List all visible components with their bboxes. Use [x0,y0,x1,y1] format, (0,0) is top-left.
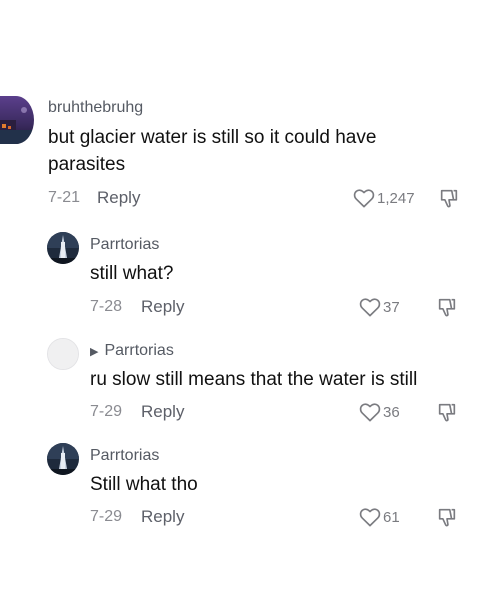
comment-text: Still what tho [90,474,198,495]
blank-avatar-icon [48,339,78,369]
avatar[interactable] [47,443,79,475]
like-button[interactable]: 36 [359,402,400,422]
comment-username[interactable]: bruhthebruhg [48,99,143,117]
comment-text: but glacier water is still so it could h… [48,127,377,175]
comment-username: Parrtorias [104,342,174,359]
like-button[interactable]: 1,247 [353,188,415,208]
thumbs-down-icon [440,189,458,208]
comment-text: still what? [90,263,174,284]
reply-button[interactable]: Reply [141,297,184,317]
comment-text: ru slow still means that the water is st… [90,369,418,390]
dislike-button[interactable] [436,296,458,318]
tower-at-night-icon [47,443,79,475]
like-count: 61 [383,508,400,526]
like-count: 1,247 [377,189,415,207]
comment-username[interactable]: Parrtorias [90,447,159,465]
like-button[interactable]: 61 [359,507,400,527]
comment-date: 7-21 [48,189,81,206]
reply-to-username[interactable]: ▶ Parrtorias [90,342,174,360]
like-count: 37 [383,298,400,316]
like-count: 36 [383,403,400,421]
avatar[interactable] [47,232,79,264]
purple-night-scene-icon [0,96,34,144]
comment-date: 7-28 [90,298,123,315]
caret-right-icon: ▶ [90,345,99,358]
comment-date: 7-29 [90,508,123,525]
reply-button[interactable]: Reply [141,402,184,422]
heart-icon [359,508,381,527]
dislike-button[interactable] [438,187,460,209]
thumbs-down-icon [438,508,456,527]
avatar[interactable] [0,96,34,144]
thumbs-down-icon [438,298,456,317]
tower-at-night-icon [47,232,79,264]
reply-button[interactable]: Reply [141,507,184,527]
dislike-button[interactable] [436,401,458,423]
dislike-button[interactable] [436,506,458,528]
heart-icon [353,189,375,208]
heart-icon [359,403,381,422]
comment-username[interactable]: Parrtorias [90,236,159,254]
like-button[interactable]: 37 [359,297,400,317]
reply-button[interactable]: Reply [97,188,140,208]
comment-date: 7-29 [90,403,123,420]
avatar[interactable] [47,338,79,370]
thumbs-down-icon [438,403,456,422]
heart-icon [359,298,381,317]
